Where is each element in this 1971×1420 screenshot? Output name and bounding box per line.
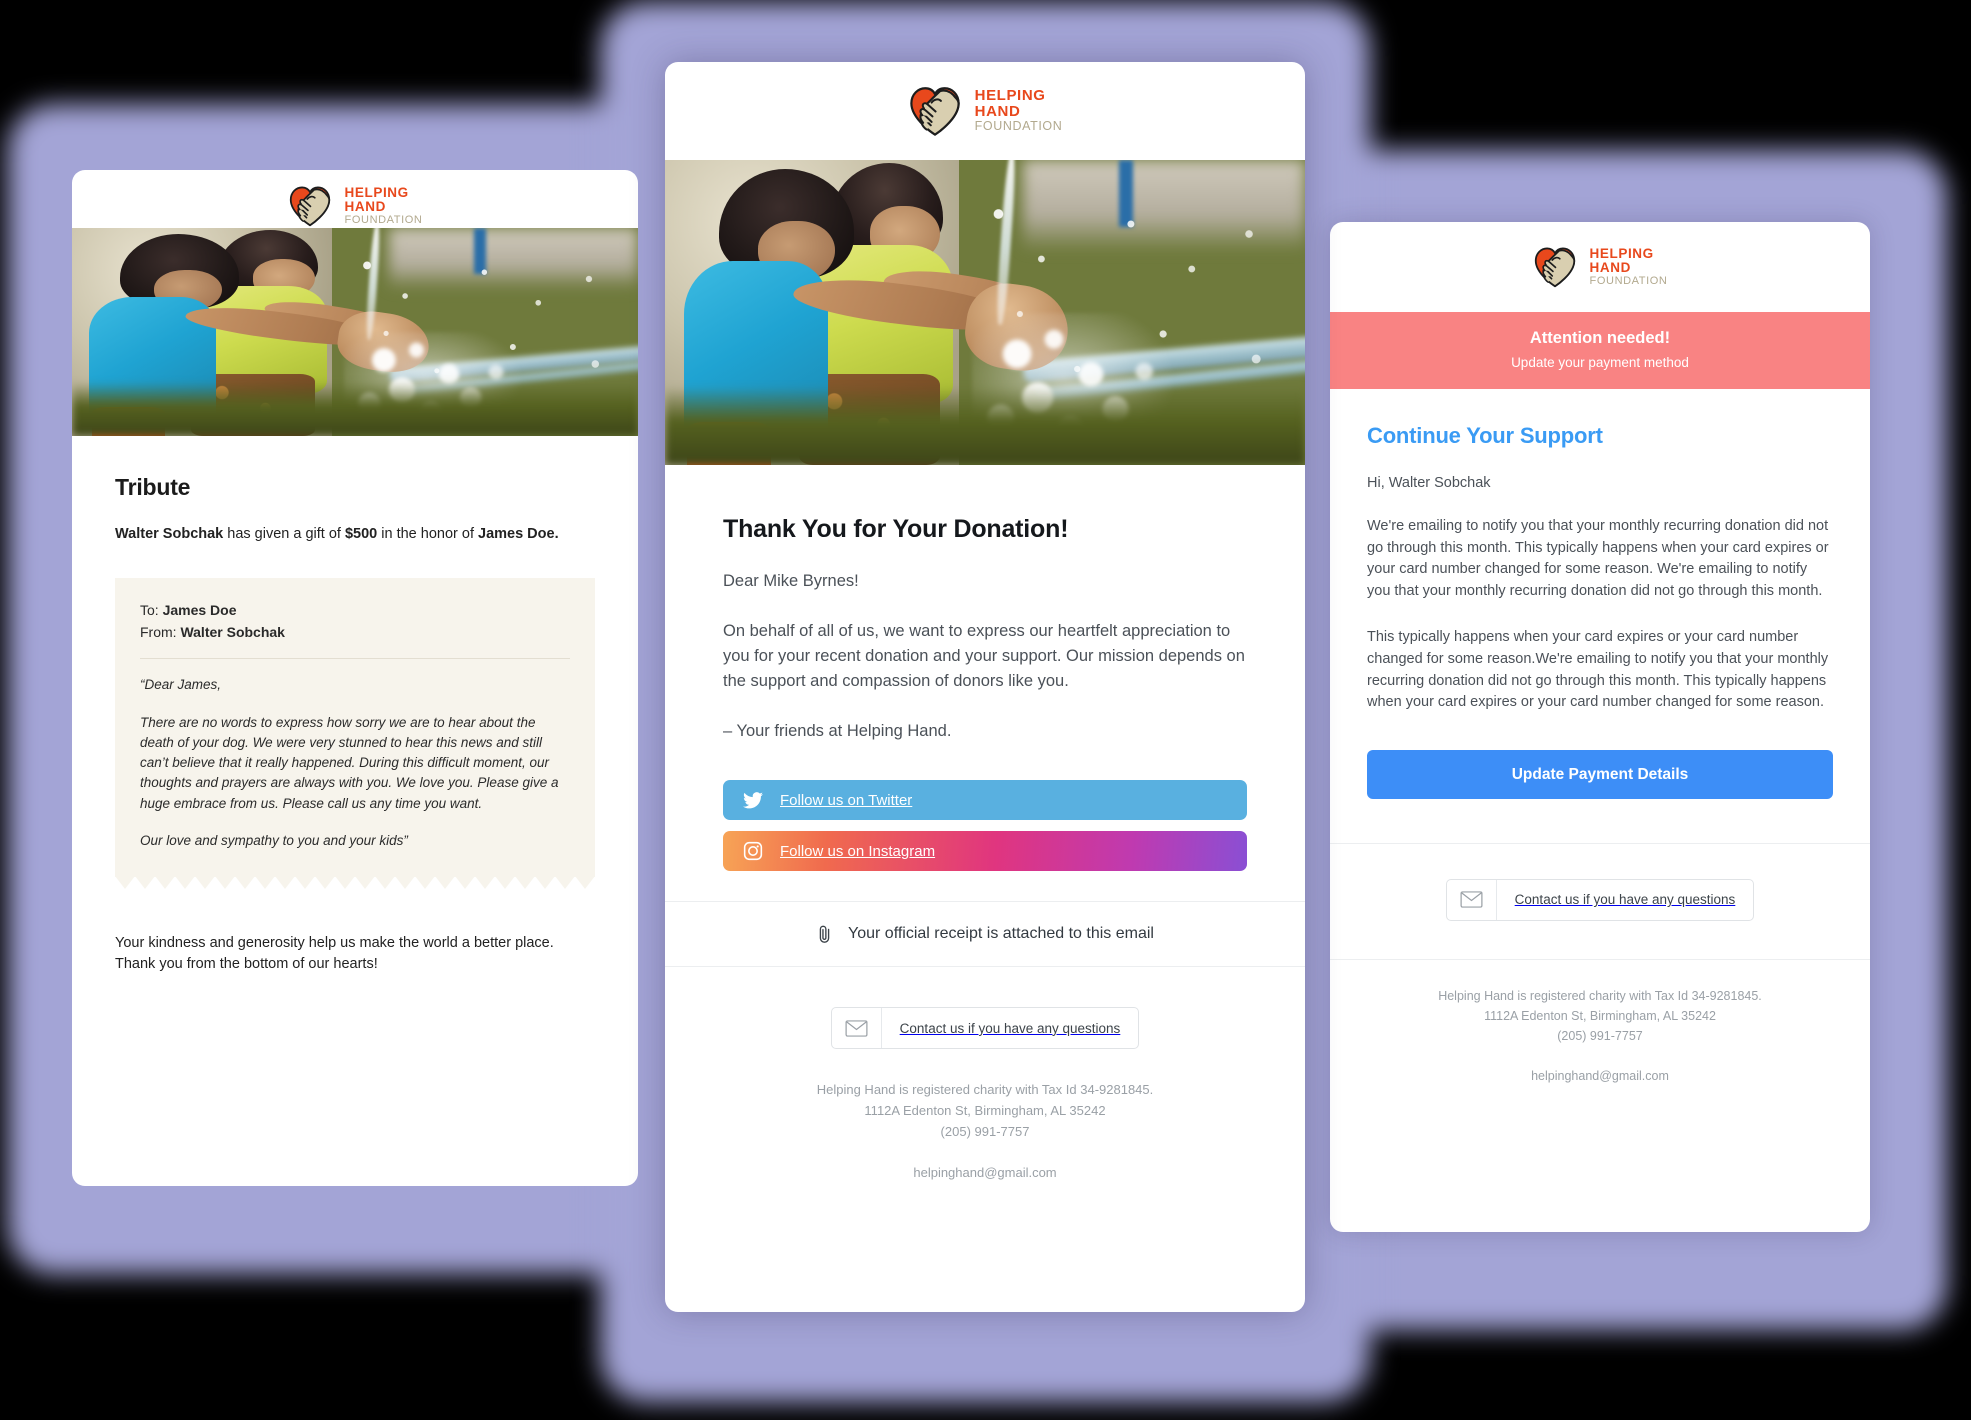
thanks-signoff: – Your friends at Helping Hand. — [723, 722, 952, 741]
letter-from-row: From: Walter Sobchak — [140, 622, 570, 644]
greeting-text: Hi, Walter Sobchak — [1367, 475, 1491, 491]
footer-email-link[interactable]: helpinghand@gmail.com — [1370, 1066, 1830, 1086]
brand-wordmark: HELPING HAND FOUNDATION — [344, 184, 423, 227]
footer-phone-line: (205) 991-7757 — [1557, 1029, 1643, 1044]
brand-line-1: HELPING — [344, 184, 409, 200]
tribute-letter-block: To: James Doe From: Walter Sobchak “Dear… — [115, 577, 595, 877]
contact-us-label: Contact us if you have any questions — [1514, 892, 1736, 908]
gift-recipient-name: James Doe. — [478, 526, 559, 542]
thanks-paragraph: On behalf of all of us, we want to expre… — [723, 622, 1245, 691]
alert-title: Attention needed! — [1529, 329, 1671, 347]
letter-paragraph-2: There are no words to express how sorry … — [140, 714, 559, 811]
attachment-text: Your official receipt is attached to thi… — [848, 925, 1154, 943]
instagram-label: Follow us on Instagram — [780, 842, 936, 860]
twitter-icon — [743, 792, 763, 809]
brand-wordmark: HELPING HAND FOUNDATION — [974, 87, 1063, 134]
greeting-text: Dear Mike Byrnes! — [723, 572, 859, 590]
contact-us-label: Contact us if you have any questions — [899, 1020, 1121, 1036]
brand-logo: HELPING HAND FOUNDATION — [908, 85, 1063, 137]
brand-line-1: HELPING — [1589, 245, 1654, 261]
brand-header-tribute: HELPING HAND FOUNDATION — [72, 170, 638, 228]
letter-from-label: From: — [140, 623, 181, 640]
email-card-payment: HELPING HAND FOUNDATION Attention needed… — [1330, 222, 1870, 1232]
letter-to-label: To: — [140, 601, 163, 618]
letter-to-value: James Doe — [162, 601, 237, 618]
helping-hand-heart-icon — [908, 85, 962, 137]
footer-phone-line: (205) 991-7757 — [940, 1124, 1030, 1140]
gift-amount: $500 — [344, 526, 378, 542]
contact-us-button[interactable]: Contact us if you have any questions — [830, 1007, 1140, 1050]
hero-photo-thanks — [665, 160, 1305, 465]
payment-paragraph-2: This typically happens when your card ex… — [1367, 629, 1829, 711]
email-card-thanks: HELPING HAND FOUNDATION Thank You for Yo… — [665, 62, 1305, 1312]
brand-logo: HELPING HAND FOUNDATION — [1533, 246, 1668, 288]
payment-paragraph-1: We're emailing to notify you that your m… — [1367, 518, 1829, 599]
brand-line-3: FOUNDATION — [974, 119, 1063, 134]
follow-twitter-button[interactable]: Follow us on Twitter — [723, 780, 1247, 821]
gift-text-1: has given a gift of — [223, 526, 345, 542]
contact-us-button[interactable]: Contact us if you have any questions — [1445, 878, 1755, 921]
gift-statement: Walter Sobchak has given a gift of $500 … — [115, 524, 595, 545]
tribute-body: Tribute Walter Sobchak has given a gift … — [72, 436, 638, 889]
brand-header-payment: HELPING HAND FOUNDATION — [1330, 222, 1870, 312]
payment-cta-wrap: Update Payment Details — [1330, 714, 1870, 799]
twitter-label: Follow us on Twitter — [780, 791, 913, 809]
brand-header-thanks: HELPING HAND FOUNDATION — [665, 62, 1305, 160]
attention-banner: Attention needed! Update your payment me… — [1330, 312, 1870, 389]
brand-line-2: HAND — [344, 199, 386, 215]
tribute-closing-text: Your kindness and generosity help us mak… — [115, 935, 554, 972]
letter-divider — [140, 658, 570, 660]
update-payment-details-button[interactable]: Update Payment Details — [1367, 749, 1833, 799]
helping-hand-heart-icon — [1533, 246, 1577, 288]
torn-paper-edge — [115, 876, 595, 889]
brand-line-3: FOUNDATION — [1589, 274, 1668, 287]
gift-donor-name: Walter Sobchak — [115, 526, 224, 542]
footer-email-link[interactable]: helpinghand@gmail.com — [705, 1162, 1265, 1183]
brand-line-1: HELPING — [974, 87, 1046, 105]
social-buttons: Follow us on Twitter Follow us on Instag… — [665, 744, 1305, 872]
footer-legal-thanks: Helping Hand is registered charity with … — [665, 1049, 1305, 1182]
footer-legal-payment: Helping Hand is registered charity with … — [1330, 960, 1870, 1086]
letter-to-row: To: James Doe — [140, 600, 570, 622]
thanks-body: Thank You for Your Donation! Dear Mike B… — [665, 465, 1305, 744]
helping-hand-heart-icon — [288, 185, 332, 227]
footer-address-line: 1112A Edenton St, Birmingham, AL 35242 — [1484, 1009, 1716, 1023]
payment-body: Continue Your Support Hi, Walter Sobchak… — [1330, 389, 1870, 714]
page-title: Continue Your Support — [1367, 423, 1603, 448]
footer-charity-line: Helping Hand is registered charity with … — [816, 1082, 1154, 1098]
letter-from-value: Walter Sobchak — [180, 623, 285, 640]
attachment-notice: Your official receipt is attached to thi… — [665, 901, 1305, 968]
brand-line-2: HAND — [1589, 260, 1631, 276]
alert-subtitle: Update your payment method — [1511, 355, 1689, 370]
brand-line-3: FOUNDATION — [344, 213, 423, 226]
paperclip-icon — [816, 924, 833, 944]
follow-instagram-button[interactable]: Follow us on Instagram — [723, 831, 1247, 872]
gift-text-2: in the honor of — [377, 526, 478, 542]
screenshot-stage: HELPING HAND FOUNDATION Tribute Walter S… — [0, 0, 1971, 1420]
email-card-tribute: HELPING HAND FOUNDATION Tribute Walter S… — [72, 170, 638, 1186]
footer-charity-line: Helping Hand is registered charity with … — [1438, 988, 1762, 1003]
hero-photo-tribute — [72, 228, 638, 436]
envelope-icon — [832, 1008, 882, 1049]
letter-paragraph-1: “Dear James, — [140, 677, 222, 693]
brand-logo: HELPING HAND FOUNDATION — [288, 185, 423, 227]
contact-row-payment: Contact us if you have any questions — [1330, 844, 1870, 921]
contact-row-thanks: Contact us if you have any questions — [665, 967, 1305, 1050]
brand-wordmark: HELPING HAND FOUNDATION — [1589, 245, 1668, 288]
letter-paragraph-3: Our love and sympathy to you and your ki… — [140, 832, 408, 848]
instagram-icon — [743, 841, 763, 861]
brand-line-2: HAND — [974, 103, 1021, 121]
letter-addressing: To: James Doe From: Walter Sobchak — [140, 600, 570, 643]
footer-address-line: 1112A Edenton St, Birmingham, AL 35242 — [864, 1103, 1106, 1119]
page-title: Thank You for Your Donation! — [723, 515, 1069, 543]
envelope-icon — [1447, 879, 1497, 920]
page-title: Tribute — [115, 474, 191, 500]
